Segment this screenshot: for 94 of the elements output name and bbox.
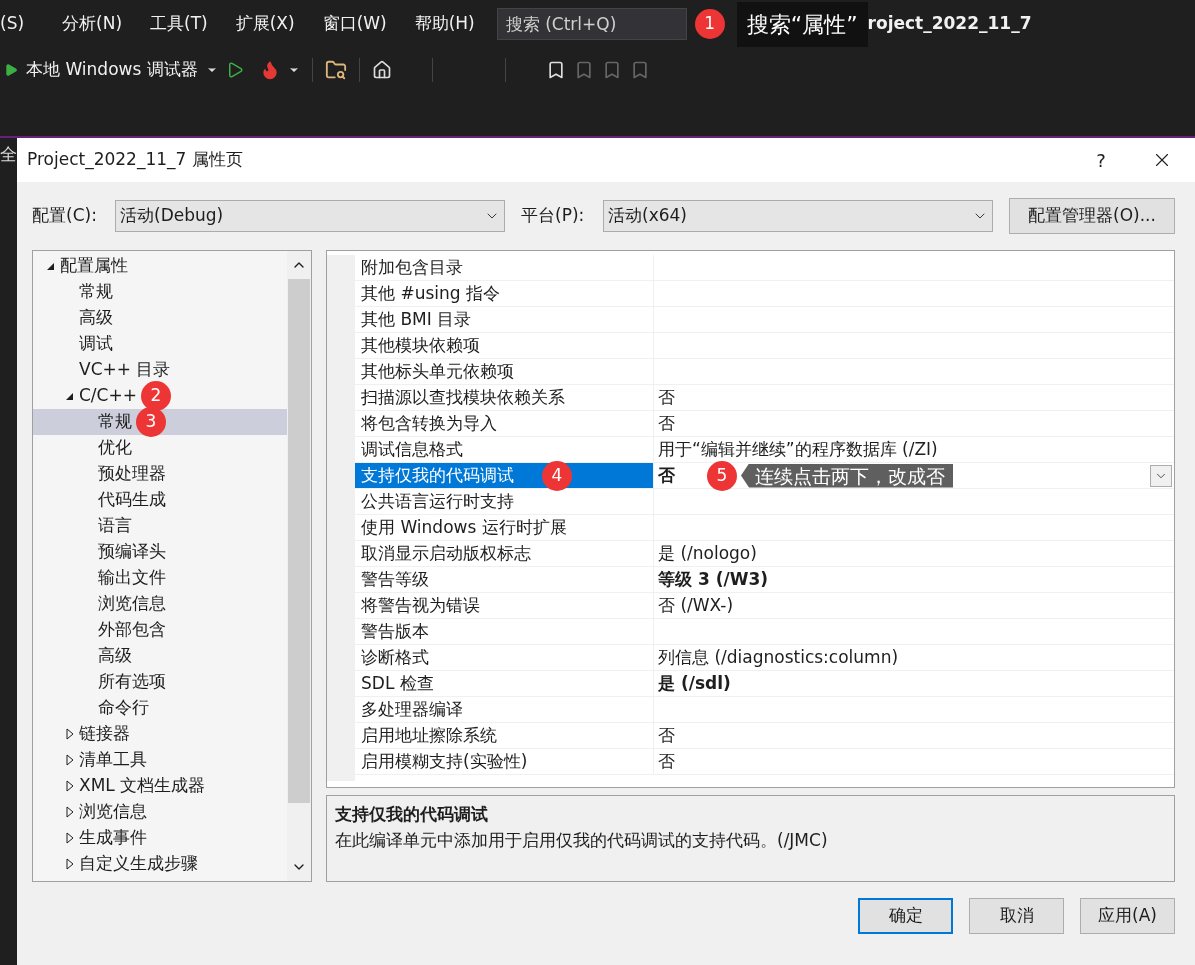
tree-item[interactable]: 配置属性	[33, 253, 287, 279]
property-value[interactable]: 否	[658, 410, 675, 437]
tree-item[interactable]: 语言	[33, 513, 287, 539]
menu-item[interactable]: 工具(T)	[136, 11, 222, 37]
tree-item[interactable]: 所有选项	[33, 669, 287, 695]
tree-item[interactable]: 预处理器	[33, 461, 287, 487]
property-value[interactable]: 用于“编辑并继续”的程序数据库 (/ZI)	[658, 436, 938, 463]
property-name[interactable]: 警告等级	[355, 567, 654, 592]
tree-item[interactable]: 代码生成	[33, 487, 287, 513]
tree-item[interactable]: 高级	[33, 305, 287, 331]
step-badge: 5	[707, 460, 737, 491]
platform-dropdown[interactable]: 活动(x64)	[603, 200, 993, 232]
property-name[interactable]: 警告版本	[355, 619, 654, 644]
property-name[interactable]: 支持仅我的代码调试 4	[355, 463, 654, 488]
property-name[interactable]: 公共语言运行时支持	[355, 489, 654, 514]
tree-item[interactable]: 高级	[33, 643, 287, 669]
property-value[interactable]: 否	[658, 748, 675, 775]
property-value[interactable]: 等级 3 (/W3)	[658, 566, 768, 593]
collapsed-icon[interactable]	[65, 728, 74, 740]
config-dropdown[interactable]: 活动(Debug)	[115, 200, 505, 232]
debugger-button[interactable]: 本地 Windows 调试器	[26, 57, 198, 83]
menu-item[interactable]: 帮助(H)	[400, 11, 489, 37]
tree-item[interactable]: 命令行	[33, 695, 287, 721]
property-value[interactable]: 否 (/WX-)	[658, 592, 734, 619]
start-icon[interactable]	[4, 63, 18, 77]
step-badge: 1	[694, 9, 725, 39]
tree-item[interactable]: 输出文件	[33, 565, 287, 591]
expanded-icon[interactable]	[65, 391, 74, 401]
property-value[interactable]: 是 (/sdl)	[658, 670, 731, 697]
property-name[interactable]: 其他标头单元依赖项	[355, 359, 654, 384]
config-manager-button[interactable]: 配置管理器(O)...	[1009, 198, 1175, 234]
callout: 连续点击两下，改成否	[741, 463, 953, 488]
scrollbar[interactable]	[287, 251, 311, 881]
tree-item[interactable]: 常规	[33, 279, 287, 305]
tree-item[interactable]: 调试	[33, 331, 287, 357]
tree-item[interactable]: 清单工具	[33, 747, 287, 773]
property-name[interactable]: 其他 #using 指令	[355, 281, 654, 306]
editor-text: 全	[0, 143, 17, 166]
dialog-title: Project_2022_11_7 属性页	[27, 148, 244, 172]
property-name[interactable]: 使用 Windows 运行时扩展	[355, 515, 654, 540]
window-home-icon[interactable]	[371, 60, 392, 80]
tree-item[interactable]: 自定义生成步骤	[33, 851, 287, 877]
step-badge: 2	[140, 381, 171, 411]
collapsed-icon[interactable]	[65, 754, 74, 766]
tree-item[interactable]: 链接器	[33, 721, 287, 747]
description-text: 在此编译单元中添加用于启用仅我的代码调试的支持代码。(/JMC)	[335, 828, 829, 852]
tree-item[interactable]: 外部包含	[33, 617, 287, 643]
tree-item[interactable]: 浏览信息	[33, 591, 287, 617]
tree-item[interactable]: VC++ 目录	[33, 357, 287, 383]
property-name[interactable]: 附加包含目录	[355, 255, 654, 280]
property-name[interactable]: 其他模块依赖项	[355, 333, 654, 358]
platform-label: 平台(P):	[521, 204, 586, 228]
callout: 搜索“属性”	[736, 1, 868, 47]
dialog-button[interactable]: 确定	[858, 898, 953, 934]
property-name[interactable]: 扫描源以查找模块依赖关系	[355, 385, 654, 410]
menu-item[interactable]: 窗口(W)	[308, 11, 401, 37]
window-title: roject_2022_11_7	[867, 12, 1032, 36]
menu-item[interactable]: (S)	[0, 11, 49, 37]
property-name[interactable]: 诊断格式	[355, 645, 654, 670]
property-value[interactable]: 否	[658, 384, 675, 411]
property-value[interactable]: 列信息 (/diagnostics:column)	[658, 644, 899, 671]
collapsed-icon[interactable]	[65, 806, 74, 818]
property-name[interactable]: 取消显示启动版权标志	[355, 541, 654, 566]
step-badge: 4	[542, 460, 572, 491]
property-name[interactable]: 多处理器编译	[355, 697, 654, 722]
menu-item[interactable]: 分析(N)	[48, 11, 137, 37]
tree-item[interactable]: 预编译头	[33, 539, 287, 565]
property-value[interactable]: 否	[658, 722, 675, 749]
dialog-button[interactable]: 应用(A)	[1080, 898, 1175, 934]
tree-item[interactable]: 常规 3	[33, 409, 287, 435]
tree-item[interactable]: 优化	[33, 435, 287, 461]
collapsed-icon[interactable]	[65, 858, 74, 870]
config-label: 配置(C):	[32, 204, 98, 228]
tree-item[interactable]: 浏览信息	[33, 799, 287, 825]
collapsed-icon[interactable]	[65, 780, 74, 792]
property-name[interactable]: 启用模糊支持(实验性)	[355, 749, 654, 774]
property-value[interactable]: 否	[658, 462, 675, 489]
collapsed-icon[interactable]	[65, 832, 74, 844]
folder-search-icon[interactable]	[324, 59, 347, 81]
tree-item[interactable]: 生成事件	[33, 825, 287, 851]
property-name[interactable]: 将包含转换为导入	[355, 411, 654, 436]
property-name[interactable]: 启用地址擦除系统	[355, 723, 654, 748]
tree-item[interactable]: XML 文档生成器	[33, 773, 287, 799]
menu-item[interactable]: 扩展(X)	[221, 11, 309, 37]
description-title: 支持仅我的代码调试	[335, 803, 489, 826]
search-field[interactable]: 搜索 (Ctrl+Q)	[496, 8, 687, 40]
property-name[interactable]: 其他 BMI 目录	[355, 307, 654, 332]
property-name[interactable]: SDL 检查	[355, 671, 654, 696]
help-button[interactable]: ?	[1073, 146, 1129, 174]
step-badge: 3	[136, 407, 166, 437]
property-name[interactable]: 将警告视为错误	[355, 593, 654, 618]
dialog-button[interactable]: 取消	[969, 898, 1064, 934]
property-value[interactable]: 是 (/nologo)	[658, 540, 757, 567]
expanded-icon[interactable]	[46, 261, 55, 271]
